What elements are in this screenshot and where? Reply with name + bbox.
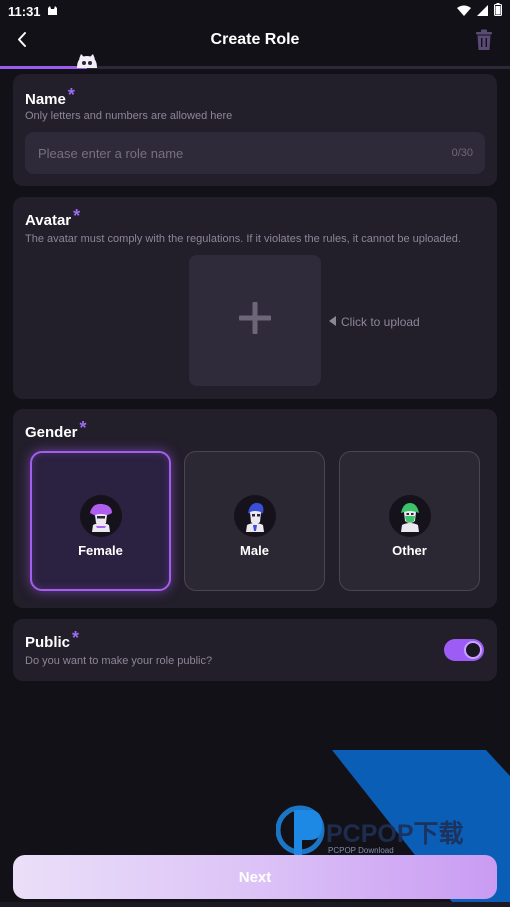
name-label: Name *	[25, 85, 75, 108]
top-bar: Create Role	[0, 22, 510, 58]
back-arrow-icon[interactable]	[12, 28, 36, 52]
gender-option-female[interactable]: Female	[30, 451, 171, 591]
name-input-container: 0/30	[25, 132, 485, 174]
battery-icon	[494, 3, 502, 19]
toggle-knob	[464, 641, 482, 659]
public-toggle[interactable]	[444, 639, 484, 661]
gender-section: Gender * Female Male Other	[13, 409, 497, 608]
name-char-counter: 0/30	[451, 147, 473, 159]
upload-tip: Click to upload	[329, 315, 420, 329]
male-avatar-icon	[233, 494, 276, 537]
progress-fill	[0, 66, 87, 69]
gender-label: Gender *	[25, 418, 87, 441]
avatar-hint: The avatar must comply with the regulati…	[25, 233, 461, 245]
plus-icon	[237, 300, 273, 341]
gender-option-male[interactable]: Male	[184, 451, 325, 591]
status-bar: 11:31	[0, 0, 510, 22]
public-section: Public * Do you want to make your role pu…	[13, 619, 497, 681]
trash-icon[interactable]	[474, 29, 494, 51]
wifi-icon	[457, 4, 471, 19]
gender-option-label: Female	[78, 542, 123, 558]
caret-left-icon	[329, 315, 337, 329]
mascot-icon	[75, 54, 99, 68]
gender-option-label: Other	[392, 542, 427, 558]
notification-cat-icon	[47, 4, 58, 19]
public-label: Public *	[25, 628, 80, 651]
gender-option-label: Male	[240, 542, 269, 558]
status-time: 11:31	[8, 3, 41, 19]
other-avatar-icon	[388, 494, 431, 537]
name-input[interactable]	[25, 132, 485, 174]
page-title: Create Role	[210, 31, 300, 48]
watermark-sub: PCPOP Download	[328, 846, 394, 855]
female-avatar-icon	[79, 494, 122, 537]
avatar-upload-button[interactable]	[189, 255, 321, 386]
signal-icon	[477, 4, 488, 19]
bottom-strip	[0, 902, 510, 907]
watermark-brand: PCPOP下载	[326, 820, 464, 848]
public-hint: Do you want to make your role public?	[25, 655, 213, 667]
gender-option-other[interactable]: Other	[339, 451, 480, 591]
name-section: Name * Only letters and numbers are allow…	[13, 74, 497, 186]
name-hint: Only letters and numbers are allowed her…	[25, 110, 233, 122]
avatar-label: Avatar *	[25, 206, 81, 229]
next-button[interactable]: Next	[13, 855, 497, 899]
avatar-section: Avatar * The avatar must comply with the …	[13, 197, 497, 399]
